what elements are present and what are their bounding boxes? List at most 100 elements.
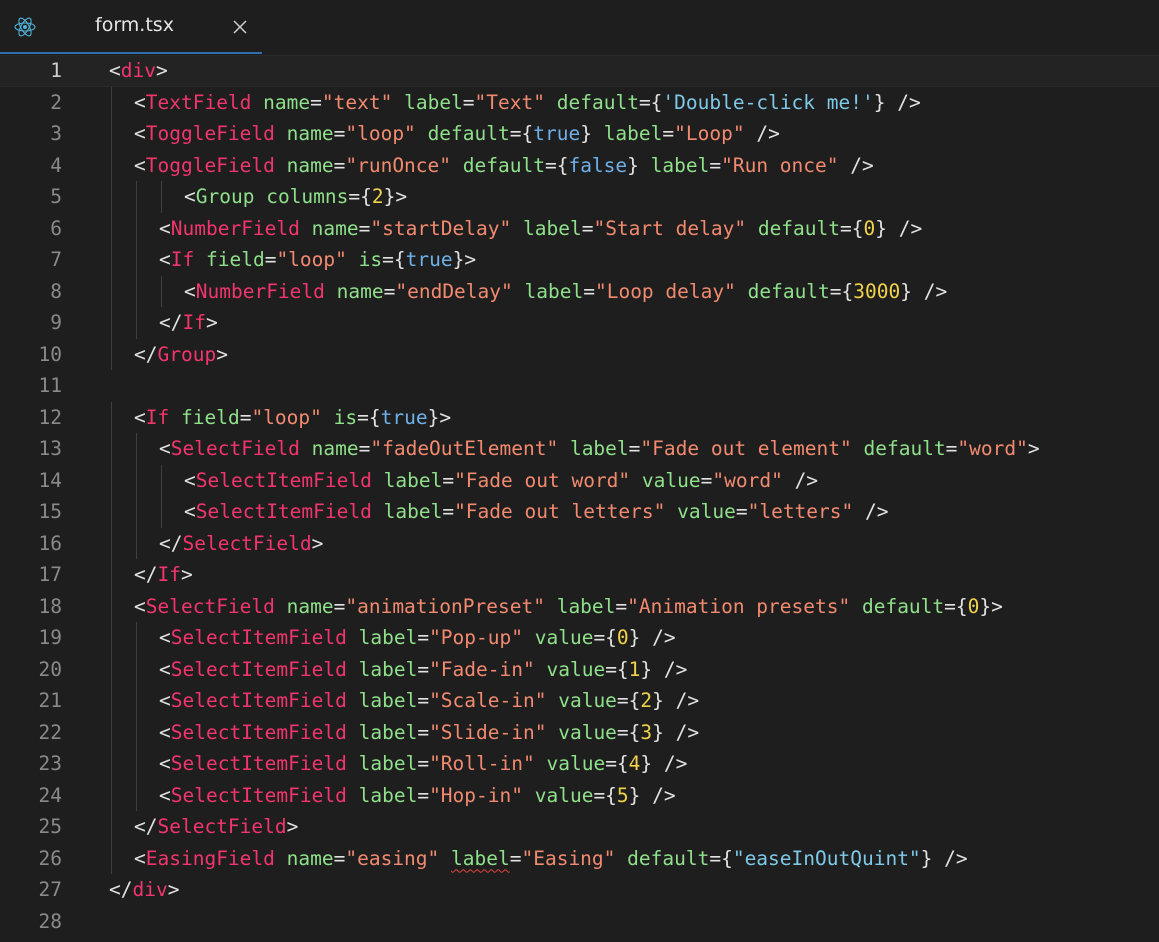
code-token: />: [744, 122, 780, 145]
code-token: If: [145, 405, 170, 429]
code-line[interactable]: 24 <SelectItemField label="Hop-in" value=…: [0, 780, 1159, 812]
code-token: "text": [321, 90, 393, 114]
code-token: >: [311, 531, 324, 555]
code-token: 4: [628, 752, 641, 775]
code-token: =: [442, 468, 455, 492]
code-token: } />: [875, 216, 923, 240]
code-token: ={: [382, 248, 406, 271]
code-line[interactable]: 2 <TextField name="text" label="Text" def…: [0, 87, 1159, 119]
code-token: =: [358, 437, 371, 460]
code-token: "Fade out word": [454, 468, 631, 492]
code-line[interactable]: 26 <EasingField name="easing" label="Easi…: [0, 843, 1159, 875]
code-token: "startDelay": [370, 216, 512, 240]
code-line[interactable]: 15 <SelectItemField label="Fade out lette…: [0, 496, 1159, 528]
code-line[interactable]: 20 <SelectItemField label="Fade-in" value…: [0, 654, 1159, 686]
close-icon[interactable]: [231, 18, 249, 36]
code-token: =: [615, 594, 628, 618]
code-token: label: [358, 689, 418, 712]
code-token: "Pop-up": [429, 626, 523, 649]
code-token: } />: [628, 783, 676, 807]
code-line[interactable]: 1 <div>: [0, 55, 1159, 87]
code-line[interactable]: 8 <NumberField name="endDelay" label="Loo…: [0, 276, 1159, 308]
code-line[interactable]: 17 </If>: [0, 559, 1159, 591]
code-token: =: [358, 216, 371, 240]
code-line[interactable]: 18 <SelectField name="animationPreset" la…: [0, 591, 1159, 623]
code-line[interactable]: 23 <SelectItemField label="Roll-in" value…: [0, 748, 1159, 780]
code-line[interactable]: 14 <SelectItemField label="Fade out word"…: [0, 465, 1159, 497]
code-line[interactable]: 11: [0, 370, 1159, 402]
code-token: div: [132, 878, 168, 901]
line-number: 28: [38, 909, 62, 933]
code-content: </If>: [159, 307, 218, 339]
code-line[interactable]: 6 <NumberField name="startDelay" label="S…: [0, 213, 1159, 245]
code-line[interactable]: 12 <If field="loop" is={true}>: [0, 402, 1159, 434]
code-token: label: [358, 720, 418, 744]
code-token: } />: [920, 846, 968, 870]
code-line[interactable]: 22 <SelectItemField label="Slide-in" valu…: [0, 717, 1159, 749]
code-line[interactable]: 27 </div>: [0, 874, 1159, 906]
line-number: 2: [50, 90, 62, 114]
line-number: 18: [38, 594, 62, 618]
code-token: } />: [640, 657, 688, 681]
code-token: >: [286, 815, 299, 838]
code-token: SelectItemField: [170, 626, 347, 649]
code-token: =: [333, 122, 346, 145]
code-token: TextField: [145, 90, 252, 114]
code-token: name: [263, 90, 311, 114]
code-token: =: [333, 153, 346, 177]
line-number: 15: [38, 500, 62, 523]
code-token: SelectItemField: [195, 468, 372, 492]
code-token: If: [170, 248, 195, 271]
code-token: label: [383, 500, 443, 523]
code-line[interactable]: 28: [0, 906, 1159, 938]
code-line[interactable]: 9 </If>: [0, 307, 1159, 339]
code-token: }>: [427, 405, 452, 429]
code-token: label: [650, 153, 710, 177]
code-token: "Text": [474, 90, 545, 114]
code-token: >: [155, 59, 168, 82]
code-token: ={: [593, 783, 617, 807]
code-line[interactable]: 7 <If field="loop" is={true}>: [0, 244, 1159, 276]
code-line[interactable]: 4 <ToggleField name="runOnce" default={fa…: [0, 150, 1159, 182]
code-token: 2: [371, 185, 384, 208]
code-token: columns: [266, 185, 349, 208]
code-token: default: [863, 437, 946, 460]
code-token: <: [159, 720, 171, 744]
code-token: "endDelay": [395, 279, 513, 303]
code-token: default: [757, 216, 841, 240]
code-line[interactable]: 19 <SelectItemField label="Pop-up" value=…: [0, 622, 1159, 654]
code-token: <: [159, 783, 171, 807]
code-token: <: [159, 752, 171, 775]
code-line[interactable]: 13 <SelectField name="fadeOutElement" lab…: [0, 433, 1159, 465]
code-token: =: [417, 657, 430, 681]
line-number: 13: [38, 437, 62, 460]
code-line[interactable]: 10 </Group>: [0, 339, 1159, 371]
code-token: =: [417, 689, 430, 712]
code-token: </: [134, 342, 158, 366]
code-token: "Slide-in": [429, 720, 547, 744]
code-token: default: [627, 846, 710, 870]
line-number: 9: [50, 311, 62, 334]
code-line[interactable]: 16 </SelectField>: [0, 528, 1159, 560]
indent-guide: [136, 622, 137, 811]
code-token: label: [358, 626, 418, 649]
code-token: label: [383, 468, 443, 492]
code-line[interactable]: 3 <ToggleField name="loop" default={true}…: [0, 118, 1159, 150]
code-token: ={: [616, 720, 641, 744]
code-content: <TextField name="text" label="Text" defa…: [134, 87, 921, 119]
code-token: name: [286, 846, 334, 870]
tab-form-tsx[interactable]: form.tsx: [0, 0, 262, 54]
code-line[interactable]: 5 <Group columns={2}>: [0, 181, 1159, 213]
code-editor[interactable]: 1 <div> 2 <TextField name="text" label="Tex…: [0, 55, 1159, 942]
code-line[interactable]: 25 </SelectField>: [0, 811, 1159, 843]
code-line[interactable]: 21 <SelectItemField label="Scale-in" valu…: [0, 685, 1159, 717]
